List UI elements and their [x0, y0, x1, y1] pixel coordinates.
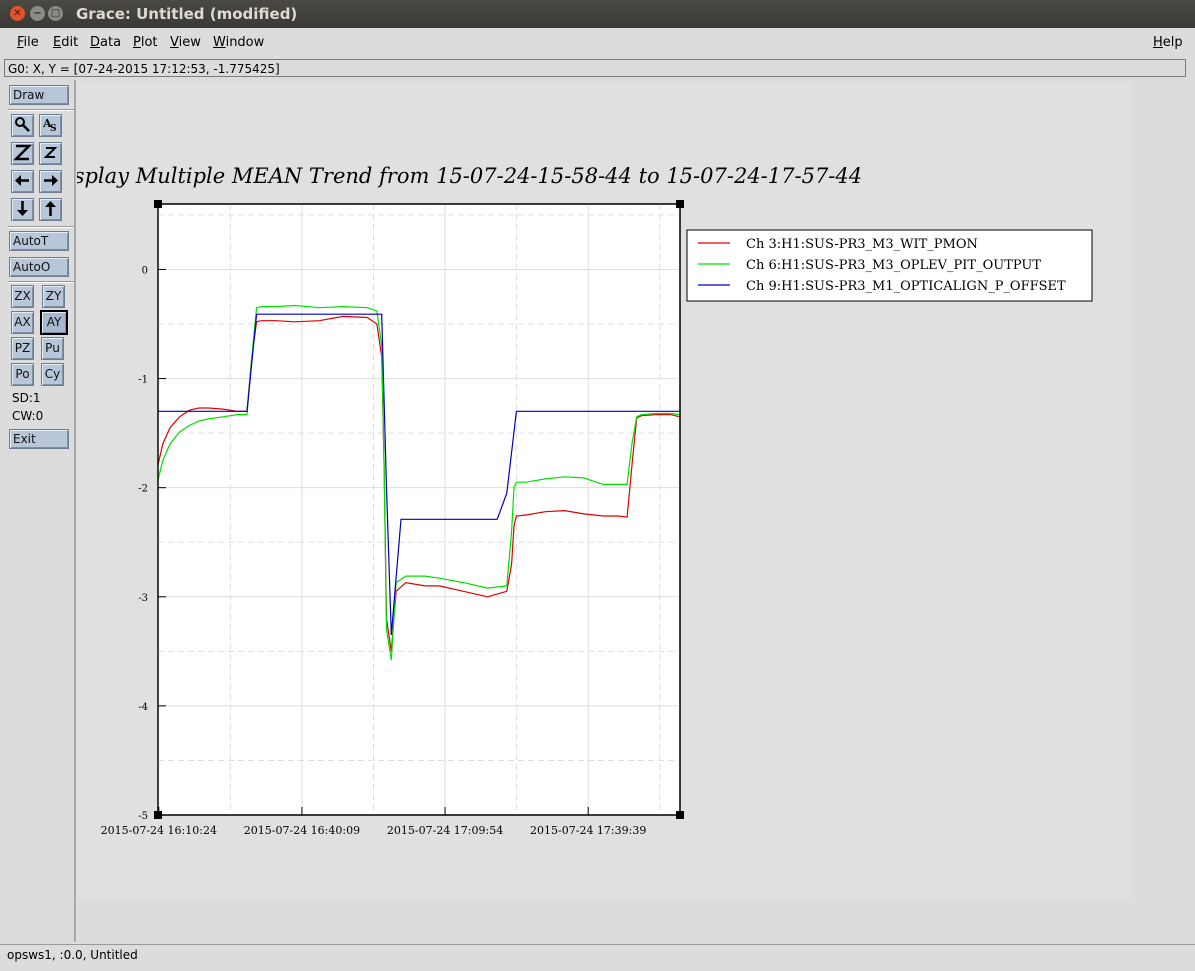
- legend: Ch 3:H1:SUS-PR3_M3_WIT_PMON Ch 6:H1:SUS-P…: [686, 229, 1093, 302]
- y-tick-label: -1: [138, 375, 148, 386]
- maximize-icon[interactable]: □: [48, 6, 63, 21]
- draw-button[interactable]: Draw: [9, 85, 69, 105]
- autoscale-text-icon: AS: [42, 117, 57, 134]
- legend-label: Ch 3:H1:SUS-PR3_M3_WIT_PMON: [746, 237, 978, 252]
- zoom-small-z-button[interactable]: [39, 142, 62, 165]
- zoom-y-button[interactable]: ZY: [42, 285, 65, 308]
- current-world-label: CW:0: [12, 409, 44, 423]
- arrow-up-icon: [45, 201, 56, 216]
- title-bar: ✕ − □ Grace: Untitled (modified): [0, 0, 1195, 28]
- stack-depth-label: SD:1: [12, 391, 41, 405]
- y-tick-label: -5: [138, 811, 148, 822]
- pop-button[interactable]: Po: [11, 363, 34, 386]
- menu-data[interactable]: Data: [90, 35, 121, 50]
- autoscale-y-button[interactable]: AY: [40, 310, 68, 335]
- y-tick-label: -3: [138, 593, 148, 604]
- x-tick-label: 2015-07-24 16:40:09: [244, 824, 360, 837]
- y-tick-label: -2: [138, 484, 148, 495]
- menu-edit[interactable]: Edit: [53, 35, 78, 50]
- zoom-z-icon: [12, 144, 33, 161]
- scroll-left-button[interactable]: [11, 170, 34, 193]
- window-title: Grace: Untitled (modified): [76, 5, 298, 23]
- arrow-down-icon: [17, 201, 28, 216]
- menu-window[interactable]: Window: [213, 35, 264, 50]
- zoom-icon: [15, 117, 30, 132]
- y-tick-label: -4: [138, 702, 148, 713]
- menu-plot[interactable]: Plot: [133, 35, 158, 50]
- locator-readout: G0: X, Y = [07-24-2015 17:12:53, -1.7754…: [4, 59, 1186, 77]
- x-tick-label: 2015-07-24 16:10:24: [101, 824, 217, 837]
- menu-file[interactable]: File: [17, 35, 39, 50]
- x-tick-label: 2015-07-24 17:39:39: [530, 824, 646, 837]
- autoscale-x-button[interactable]: AX: [11, 311, 34, 334]
- zoom-x-button[interactable]: ZX: [11, 285, 34, 308]
- minimize-icon[interactable]: −: [30, 6, 45, 21]
- arrow-right-icon: [44, 175, 58, 186]
- selection-handle[interactable]: [676, 200, 684, 208]
- selection-handle[interactable]: [676, 811, 684, 819]
- chart-title: isplay Multiple MEAN Trend from 15-07-24…: [77, 164, 862, 188]
- close-icon[interactable]: ✕: [10, 6, 25, 21]
- scroll-down-button[interactable]: [11, 198, 34, 221]
- autoscale-text-button[interactable]: AS: [39, 114, 62, 137]
- svg-text:S: S: [50, 124, 57, 134]
- autoscale-ticks-button[interactable]: AutoT: [9, 231, 69, 251]
- legend-label: Ch 9:H1:SUS-PR3_M1_OPTICALIGN_P_OFFSET: [746, 279, 1066, 294]
- y-tick-label: 0: [142, 265, 148, 276]
- cycle-button[interactable]: Cy: [41, 363, 64, 386]
- trend-chart[interactable]: isplay Multiple MEAN Trend from 15-07-24…: [77, 82, 1132, 898]
- plot-area: [157, 203, 681, 816]
- zoom-small-z-icon: [43, 147, 58, 158]
- status-text: opsws1, :0.0, Untitled: [7, 948, 138, 962]
- arrow-left-icon: [15, 175, 29, 186]
- scroll-up-button[interactable]: [39, 198, 62, 221]
- toolbar: Draw AS AutoT AutoO ZX ZY AX AY PZ Pu Po…: [4, 80, 75, 942]
- menu-help[interactable]: Help: [1153, 35, 1183, 50]
- menu-view[interactable]: View: [170, 35, 201, 50]
- zoom-z-button[interactable]: [11, 142, 34, 165]
- scroll-right-button[interactable]: [39, 170, 62, 193]
- push-zoom-button[interactable]: PZ: [11, 337, 34, 360]
- push-button[interactable]: Pu: [41, 337, 64, 360]
- selection-handle[interactable]: [154, 200, 162, 208]
- menu-bar: File Edit Data Plot View Window Help: [0, 28, 1195, 56]
- exit-button[interactable]: Exit: [9, 429, 69, 449]
- status-bar: opsws1, :0.0, Untitled: [0, 944, 1195, 971]
- x-tick-label: 2015-07-24 17:09:54: [387, 824, 503, 837]
- zoom-button[interactable]: [11, 114, 34, 137]
- legend-label: Ch 6:H1:SUS-PR3_M3_OPLEV_PIT_OUTPUT: [746, 258, 1041, 273]
- autoscale-on-button[interactable]: AutoO: [9, 257, 69, 277]
